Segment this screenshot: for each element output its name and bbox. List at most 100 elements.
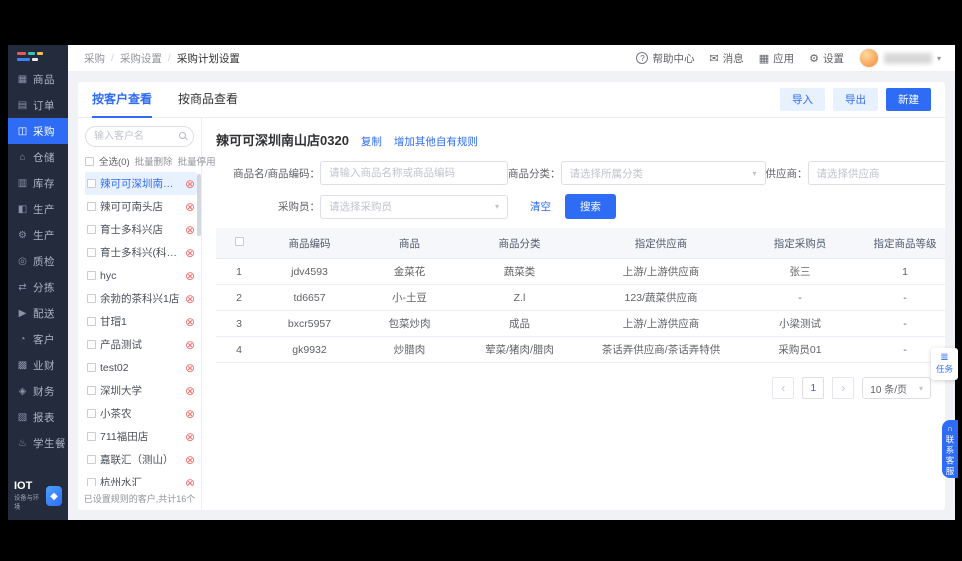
item-checkbox[interactable] xyxy=(87,317,96,326)
customer-list-item[interactable]: 辣可可深圳南山店0320 xyxy=(85,172,197,195)
customer-list-item[interactable]: 育士多科兴(科学园2号1120 xyxy=(85,241,197,264)
sidebar-item-reports[interactable]: ▧ 报表 xyxy=(8,404,68,430)
select-all-rows-checkbox[interactable] xyxy=(234,237,244,246)
remove-customer-icon[interactable] xyxy=(185,224,195,236)
item-checkbox[interactable] xyxy=(87,294,96,303)
sidebar-item-goods[interactable]: ▦ 商品 xyxy=(8,66,68,92)
item-checkbox[interactable] xyxy=(87,409,96,418)
product-name-input[interactable] xyxy=(320,161,508,185)
customer-list-item[interactable]: 小茶农 xyxy=(85,402,197,425)
sidebar-item-orders[interactable]: ▤ 订单 xyxy=(8,92,68,118)
sidebar-item-delivery[interactable]: ▶ 配送 xyxy=(8,300,68,326)
prev-page-button[interactable]: ‹ xyxy=(772,377,795,399)
select-all-checkbox[interactable] xyxy=(85,156,94,166)
item-checkbox[interactable] xyxy=(87,340,96,349)
customer-list-item[interactable]: 711福田店 xyxy=(85,425,197,448)
tab-by-product[interactable]: 按商品查看 xyxy=(178,82,238,118)
remove-customer-icon[interactable] xyxy=(185,362,195,374)
sidebar-item-quality[interactable]: ◎ 质检 xyxy=(8,248,68,274)
settings-button[interactable]: ⚙ 设置 xyxy=(809,51,844,66)
item-checkbox[interactable] xyxy=(87,202,96,211)
item-checkbox[interactable] xyxy=(87,225,96,234)
iot-title: IOT xyxy=(14,480,33,492)
item-checkbox[interactable] xyxy=(87,386,96,395)
remove-customer-icon[interactable] xyxy=(185,339,195,351)
sidebar-item-finance[interactable]: ◈ 财务 xyxy=(8,378,68,404)
customer-list-item[interactable]: 甘瑁1 xyxy=(85,310,197,333)
iot-cube-icon[interactable] xyxy=(46,486,62,506)
contact-support-button[interactable]: ∩ 联系客服 xyxy=(942,420,958,478)
select-all-label[interactable]: 全选(0) xyxy=(99,154,130,168)
remove-customer-icon[interactable] xyxy=(185,247,195,259)
page-size-select[interactable]: 10 条/页 xyxy=(862,377,931,399)
item-checkbox[interactable] xyxy=(87,455,96,464)
remove-customer-icon[interactable] xyxy=(185,454,195,466)
next-page-button[interactable]: › xyxy=(832,377,855,399)
customer-list-item[interactable]: hyc xyxy=(85,264,197,287)
search-button[interactable]: 搜索 xyxy=(565,194,616,219)
remove-customer-icon[interactable] xyxy=(185,178,195,190)
cell-supplier: 茶话弄供应商/茶话弄特供 xyxy=(577,336,745,363)
item-checkbox[interactable] xyxy=(87,363,96,372)
customer-list-item[interactable]: 余勃的茶科兴1店 xyxy=(85,287,197,310)
user-menu[interactable]: ▾ xyxy=(858,48,941,68)
breadcrumb-separator: / xyxy=(111,52,114,64)
sidebar-footer: IOT 设备与环境 xyxy=(8,474,68,520)
page-number[interactable]: 1 xyxy=(802,377,825,399)
category-select[interactable]: 请选择所属分类 xyxy=(560,161,766,185)
col-category: 商品分类 xyxy=(462,228,577,259)
clear-filters-link[interactable]: 清空 xyxy=(530,199,551,214)
help-center-button[interactable]: ? 帮助中心 xyxy=(636,51,694,66)
copy-link[interactable]: 复制 xyxy=(361,134,382,149)
cell-code: td6657 xyxy=(262,284,357,311)
item-checkbox[interactable] xyxy=(87,248,96,257)
customer-list-item[interactable]: test02 xyxy=(85,356,197,379)
supplier-select[interactable]: 请选择供应商 xyxy=(807,161,945,185)
add-other-rule-link[interactable]: 增加其他自有规则 xyxy=(394,134,478,149)
sidebar-item-production1[interactable]: ◧ 生产 xyxy=(8,196,68,222)
sidebar-item-studentmeal[interactable]: ♨ 学生餐 xyxy=(8,430,68,456)
item-checkbox[interactable] xyxy=(87,179,96,188)
support-label: 联系客服 xyxy=(945,435,955,477)
sidebar-item-production2[interactable]: ⚙ 生产 xyxy=(8,222,68,248)
customer-list-item[interactable]: 产品测试 xyxy=(85,333,197,356)
remove-customer-icon[interactable] xyxy=(185,270,195,282)
create-button[interactable]: 新建 xyxy=(886,88,931,111)
remove-customer-icon[interactable] xyxy=(185,431,195,443)
tasks-widget[interactable]: ≣ 任务 xyxy=(931,348,958,380)
sidebar-item-customers[interactable]: ◔ 客户 xyxy=(8,326,68,352)
remove-customer-icon[interactable] xyxy=(185,408,195,420)
remove-customer-icon[interactable] xyxy=(185,385,195,397)
remove-customer-icon[interactable] xyxy=(185,293,195,305)
customer-list-item[interactable]: 杭州水汇 xyxy=(85,471,197,486)
finance-icon: ◈ xyxy=(18,385,27,397)
customer-list-item[interactable]: 育士多科兴店 xyxy=(85,218,197,241)
sidebar-item-bizfinance[interactable]: ▩ 业财 xyxy=(8,352,68,378)
customer-search-input[interactable] xyxy=(85,126,194,147)
logo-bar xyxy=(17,52,26,55)
sidebar-item-procurement[interactable]: ◫ 采购 xyxy=(8,118,68,144)
tab-by-customer[interactable]: 按客户查看 xyxy=(92,82,153,118)
remove-customer-icon[interactable] xyxy=(185,316,195,328)
customer-list-item[interactable]: 深圳大学 xyxy=(85,379,197,402)
sidebar-item-inventory[interactable]: ▥ 库存 xyxy=(8,170,68,196)
import-button[interactable]: 导入 xyxy=(780,88,825,111)
messages-button[interactable]: ✉ 消息 xyxy=(709,51,743,66)
item-checkbox[interactable] xyxy=(87,478,96,486)
item-checkbox[interactable] xyxy=(87,271,96,280)
item-checkbox[interactable] xyxy=(87,432,96,441)
breadcrumb-item[interactable]: 采购 xyxy=(84,51,105,66)
scrollbar-thumb[interactable] xyxy=(197,174,201,236)
customer-list-item[interactable]: 嘉联汇（测山） xyxy=(85,448,197,471)
apps-button[interactable]: ▦ 应用 xyxy=(759,51,794,66)
remove-customer-icon[interactable] xyxy=(185,201,195,213)
remove-customer-icon[interactable] xyxy=(185,477,195,487)
customer-list-item[interactable]: 辣可可南头店 xyxy=(85,195,197,218)
batch-delete-link[interactable]: 批量删除 xyxy=(135,154,173,168)
breadcrumb-current: 采购计划设置 xyxy=(176,52,240,65)
export-button[interactable]: 导出 xyxy=(833,88,878,111)
buyer-select[interactable]: 请选择采购员 xyxy=(320,194,508,219)
breadcrumb-item[interactable]: 采购设置 xyxy=(120,51,162,66)
sidebar-item-warehouse[interactable]: ⌂ 仓储 xyxy=(8,144,68,170)
sidebar-item-sorting[interactable]: ⇄ 分拣 xyxy=(8,274,68,300)
